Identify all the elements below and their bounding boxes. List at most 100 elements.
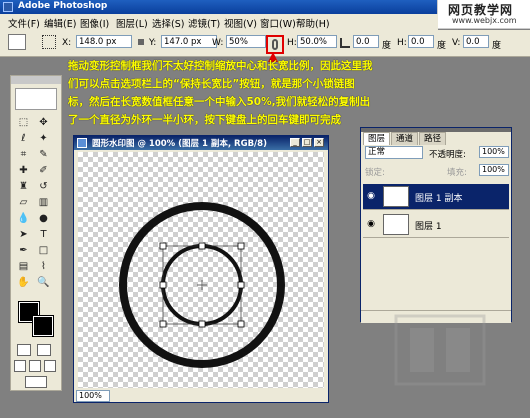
clone-stamp-icon[interactable]: ♜ (17, 180, 30, 193)
transform-handle[interactable] (159, 320, 167, 328)
site-watermark-line2: www.webjx.com (452, 16, 517, 25)
hskew-unit: 度 (437, 41, 447, 51)
lock-label: 锁定: (365, 168, 385, 178)
lasso-tool-icon[interactable]: ℓ (17, 132, 30, 145)
close-button[interactable]: × (314, 138, 324, 147)
opacity-field[interactable]: 100% (479, 146, 509, 158)
maximize-button[interactable]: □ (302, 138, 312, 147)
fill-field[interactable]: 100% (479, 164, 509, 176)
photoshop-feather-icon[interactable] (15, 88, 57, 110)
slice-icon[interactable]: ✎ (37, 148, 50, 161)
notes-icon[interactable]: ▤ (17, 260, 30, 273)
rotate-icon (340, 38, 350, 48)
screen-mode-standard-button[interactable] (14, 360, 26, 372)
pen-tool-icon[interactable]: ✒ (17, 244, 30, 257)
document-window: 圆形水印图 @ 100% (图层 1 副本, RGB/8) _ □ × 100% (73, 135, 329, 403)
tab-channels[interactable]: 通道 (391, 132, 419, 145)
canvas-artwork (119, 202, 285, 368)
magic-wand-icon[interactable]: ✦ (37, 132, 50, 145)
menu-view[interactable]: 视图(V) (224, 16, 257, 30)
reference-point-icon[interactable] (42, 35, 56, 49)
marquee-tool-icon[interactable]: ⬚ (17, 116, 30, 129)
transform-handle[interactable] (159, 281, 167, 289)
healing-brush-icon[interactable]: ✚ (17, 164, 30, 177)
tab-layers[interactable]: 图层 (363, 132, 391, 145)
zoom-tool-icon[interactable]: 🔍 (37, 276, 50, 289)
site-watermark: 网页教学网 www.webjx.com (437, 0, 530, 29)
tutorial-annotation: 拖动变形控制框我们不太好控制缩放中心和长宽比例，因此这里我 们可以点击选项栏上的… (68, 57, 460, 132)
layer-thumbnail (383, 186, 409, 207)
hskew-field[interactable]: 0.0 (408, 35, 434, 48)
menu-filter[interactable]: 滤镜(T) (188, 16, 220, 30)
y-field[interactable]: 147.0 px (161, 35, 217, 48)
photoshop-window: Adobe Photoshop 网页教学网 www.webjx.com 文件(F… (0, 0, 530, 418)
transform-handle[interactable] (237, 320, 245, 328)
annotation-line: 标，然后在长宽数值框任意一个中输入50%,我们就轻松的复制出 (68, 96, 371, 108)
w-field[interactable]: 50% (226, 35, 266, 48)
standard-mode-button[interactable] (17, 344, 31, 356)
hand-tool-icon[interactable]: ✋ (17, 276, 30, 289)
eyedropper-icon[interactable]: ⌇ (37, 260, 50, 273)
menu-window[interactable]: 窗口(W) (260, 16, 296, 30)
opacity-label: 不透明度: (429, 150, 466, 160)
fill-label: 填充: (447, 168, 467, 178)
document-icon (77, 138, 87, 148)
x-field[interactable]: 148.0 px (76, 35, 132, 48)
h-field[interactable]: 50.0% (297, 35, 337, 48)
h-label: H: (287, 38, 297, 48)
transform-handle[interactable] (237, 242, 245, 250)
annotation-line: 们可以点击选项栏上的“保持长宽比”按钮，就是那个小锁链图 (68, 78, 355, 90)
layers-panel: 图层 通道 路径 正常 不透明度: 100% 锁定: 填充: 100% ◉ 图层… (360, 127, 512, 323)
quick-mask-button[interactable] (37, 344, 51, 356)
menu-layer[interactable]: 图层(L) (116, 16, 148, 30)
brush-icon[interactable]: ✐ (37, 164, 50, 177)
blur-icon[interactable]: 💧 (17, 212, 30, 225)
toolbox-title-bar[interactable] (11, 76, 61, 84)
angle-field[interactable]: 0.0 (353, 35, 379, 48)
y-label: Y: (149, 38, 157, 48)
center-crosshair-icon[interactable] (197, 280, 207, 290)
text-tool-icon[interactable]: T (37, 228, 50, 241)
menu-select[interactable]: 选择(S) (152, 16, 184, 30)
layer-thumbnail (383, 214, 409, 235)
annotation-line: 拖动变形控制框我们不太好控制缩放中心和长宽比例，因此这里我 (68, 60, 373, 72)
gradient-icon[interactable]: ▥ (37, 196, 50, 209)
watermark-glyph-left (410, 328, 434, 372)
dodge-icon[interactable]: ● (37, 212, 50, 225)
layer-row[interactable]: ◉ 图层 1 副本 (363, 184, 509, 210)
shape-tool-icon[interactable]: □ (37, 244, 50, 257)
path-selection-icon[interactable]: ➤ (17, 228, 30, 241)
app-title: Adobe Photoshop (18, 1, 108, 11)
w-label: W: (212, 38, 224, 48)
menu-image[interactable]: 图像(I) (80, 16, 109, 30)
transform-handle[interactable] (198, 320, 206, 328)
document-title-bar[interactable]: 圆形水印图 @ 100% (图层 1 副本, RGB/8) _ □ × (74, 136, 328, 150)
jump-to-imageready-button[interactable] (25, 376, 47, 388)
transform-handle[interactable] (198, 242, 206, 250)
tab-paths[interactable]: 路径 (419, 132, 447, 145)
photoshop-logo-icon (3, 2, 13, 12)
history-brush-icon[interactable]: ↺ (37, 180, 50, 193)
background-color-swatch[interactable] (32, 315, 54, 337)
layer-name: 图层 1 副本 (415, 194, 463, 204)
eye-icon[interactable]: ◉ (365, 191, 377, 202)
transform-handle[interactable] (159, 242, 167, 250)
menu-edit[interactable]: 编辑(E) (44, 16, 76, 30)
transform-handle[interactable] (237, 281, 245, 289)
screen-mode-full-button[interactable] (44, 360, 56, 372)
menu-file[interactable]: 文件(F) (8, 16, 40, 30)
eraser-icon[interactable]: ▱ (17, 196, 30, 209)
layer-row[interactable]: ◉ 图层 1 (363, 212, 509, 238)
vskew-field[interactable]: 0.0 (463, 35, 489, 48)
crop-icon[interactable]: ⌗ (17, 148, 30, 161)
move-tool-icon[interactable]: ✥ (37, 116, 50, 129)
angle-unit: 度 (382, 41, 392, 51)
blend-mode-select[interactable]: 正常 (365, 146, 423, 159)
zoom-level-field[interactable]: 100% (76, 390, 110, 402)
canvas[interactable] (78, 152, 324, 388)
minimize-button[interactable]: _ (290, 138, 300, 147)
menu-help[interactable]: 帮助(H) (296, 16, 330, 30)
eye-icon[interactable]: ◉ (365, 219, 377, 230)
screen-mode-full-menu-button[interactable] (29, 360, 41, 372)
delta-icon[interactable] (138, 39, 144, 45)
